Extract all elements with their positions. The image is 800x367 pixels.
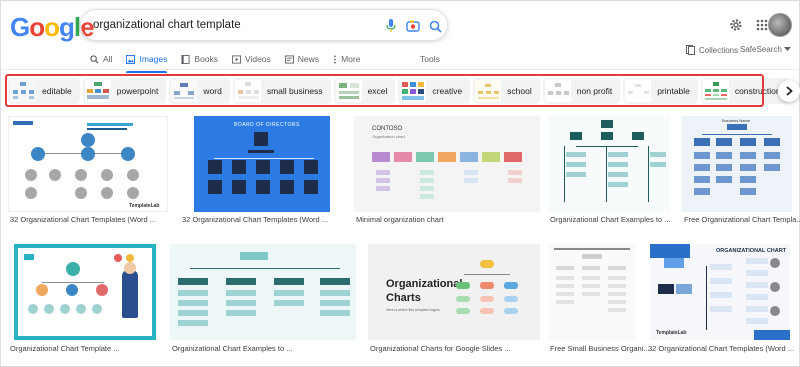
- image-result-9[interactable]: Free Small Business Organi...: [548, 244, 650, 356]
- tabs-divider: [0, 69, 800, 70]
- chips-highlight-box: [5, 74, 764, 107]
- tab-news[interactable]: News: [284, 51, 320, 67]
- tab-books[interactable]: Books: [181, 51, 218, 67]
- tab-images[interactable]: Images: [126, 51, 168, 73]
- image-result-8[interactable]: Organizational Charts Here is where this…: [368, 244, 544, 356]
- slide-subtitle: Here is where this template begins: [386, 308, 440, 312]
- tab-label: Videos: [244, 54, 271, 64]
- tools-button[interactable]: Tools: [420, 51, 440, 67]
- tab-label: All: [103, 54, 113, 64]
- image-result-7[interactable]: Organizational Chart Examples to ...: [170, 244, 360, 356]
- org-chart-title: ORGANIZATIONAL CHART: [716, 248, 787, 254]
- result-caption: Organizational Chart Examples to ...: [172, 344, 293, 353]
- search-tabs: All Images Books Videos News More: [90, 51, 374, 73]
- template-brand: TemplateLab: [656, 330, 687, 336]
- result-caption: 32 Organizational Chart Templates (Word …: [182, 215, 329, 224]
- image-result-1[interactable]: TemplateLab 32 Organizational Chart Temp…: [8, 116, 168, 226]
- image-result-5[interactable]: Business Name Free Organizational Chart …: [682, 116, 800, 226]
- image-result-3[interactable]: CONTOSO Organization chart Minimal organ…: [354, 116, 544, 226]
- result-thumbnail: ORGANIZATIONAL CHART TemplateLab: [650, 244, 790, 340]
- image-icon: [126, 54, 136, 64]
- result-caption: 32 Organizational Chart Templates (Word …: [10, 215, 157, 224]
- book-icon: [181, 54, 190, 64]
- tab-label: News: [297, 54, 320, 64]
- result-thumbnail: Business Name: [682, 116, 792, 212]
- safesearch-menu[interactable]: SafeSearch: [740, 45, 791, 54]
- result-thumbnail: BOARD OF DIRECTORS: [194, 116, 330, 212]
- image-result-2[interactable]: BOARD OF DIRECTORS 32 Organizational Cha…: [180, 116, 340, 226]
- search-icon: [90, 54, 99, 64]
- settings-icon[interactable]: [727, 16, 745, 34]
- result-caption: Organizational Chart Examples to ...: [550, 215, 671, 224]
- template-brand: TemplateLab: [129, 203, 160, 209]
- result-caption: 32 Organizational Chart Templates (Word …: [648, 344, 795, 353]
- result-caption: Minimal organization chart: [356, 215, 444, 224]
- chevron-down-icon: [783, 47, 791, 51]
- microphone-icon[interactable]: [383, 18, 399, 34]
- collections-label: Collections: [699, 45, 739, 55]
- result-thumbnail: [548, 116, 670, 212]
- result-caption: Free Small Business Organi...: [550, 344, 650, 353]
- tab-label: Books: [194, 54, 218, 64]
- camera-lens-icon[interactable]: [405, 18, 421, 34]
- search-icon[interactable]: [427, 18, 443, 34]
- tab-all[interactable]: All: [90, 51, 112, 67]
- slide-title: Organizational: [386, 278, 463, 290]
- news-icon: [284, 54, 294, 64]
- result-caption: Organizational Chart Template ...: [10, 344, 120, 353]
- video-icon: [231, 54, 241, 64]
- collections-icon: [686, 45, 695, 55]
- search-box[interactable]: [80, 9, 448, 41]
- tab-label: Images: [139, 54, 168, 64]
- result-thumbnail: Organizational Charts Here is where this…: [368, 244, 540, 340]
- result-thumbnail: [170, 244, 356, 340]
- collections-link[interactable]: Collections: [686, 45, 738, 55]
- business-name-title: Business Name: [722, 118, 751, 123]
- chips-next-button[interactable]: [778, 80, 800, 102]
- image-result-6[interactable]: Organizational Chart Template ...: [8, 244, 168, 356]
- contoso-title: CONTOSO: [372, 126, 403, 132]
- result-thumbnail: CONTOSO Organization chart: [354, 116, 540, 212]
- chevron-right-icon: [785, 86, 793, 96]
- image-result-10[interactable]: ORGANIZATIONAL CHART TemplateLab 32 Orga…: [648, 244, 796, 356]
- result-thumbnail: TemplateLab: [8, 116, 168, 212]
- tab-more[interactable]: More: [333, 51, 360, 67]
- more-vert-icon: [334, 54, 336, 64]
- tab-videos[interactable]: Videos: [231, 51, 271, 67]
- result-thumbnail: [548, 244, 636, 340]
- image-result-4[interactable]: Organizational Chart Examples to ...: [548, 116, 672, 226]
- contoso-subtitle: Organization chart: [372, 134, 405, 139]
- slide-title-2: Charts: [386, 292, 421, 304]
- board-title: BOARD OF DIRECTORS: [234, 122, 300, 128]
- avatar[interactable]: [768, 13, 792, 37]
- safesearch-label: SafeSearch: [740, 45, 782, 54]
- tab-label: More: [341, 54, 361, 64]
- search-input[interactable]: [93, 19, 373, 31]
- result-thumbnail: [14, 244, 156, 340]
- result-caption: Free Organizational Chart Templa...: [684, 215, 800, 224]
- result-caption: Organizational Charts for Google Slides …: [370, 344, 511, 353]
